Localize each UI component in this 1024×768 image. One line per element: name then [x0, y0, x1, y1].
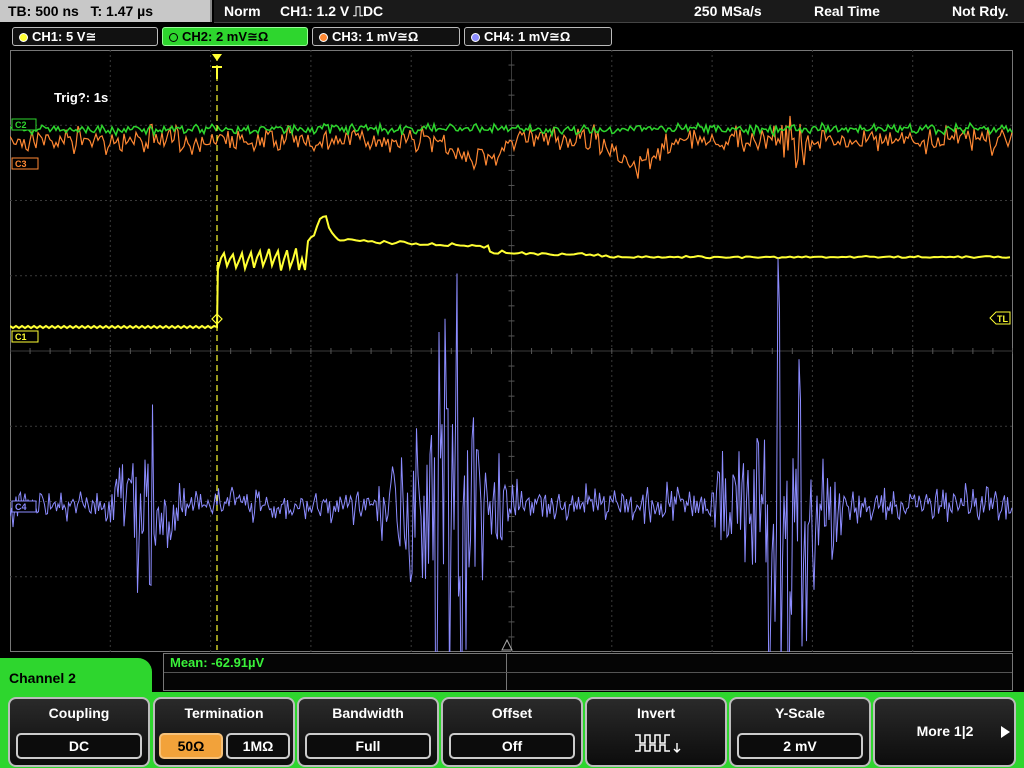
mean-measurement: Mean: -62.91µV [170, 655, 265, 670]
svg-text:C2: C2 [15, 120, 27, 130]
termination-1mohm-option[interactable]: 1MΩ [226, 733, 290, 759]
svg-text:C1: C1 [15, 332, 27, 342]
tab-ch2[interactable]: CH2: 2 mV≅Ω [162, 27, 308, 46]
y-scale-title: Y-Scale [775, 705, 825, 721]
ch2-offset-marker[interactable]: C2 [11, 118, 37, 131]
ch1-color-dot [19, 33, 28, 42]
termination-title: Termination [184, 705, 264, 721]
tab-ch1-label: CH1: 5 V≅ [32, 29, 97, 44]
timebase-readout[interactable]: TB: 500 ns T: 1.47 µs [0, 0, 212, 22]
tab-ch1[interactable]: CH1: 5 V≅ [12, 27, 158, 46]
status-bar: Norm CH1: 1.2 V ⎍DC 250 MSa/s Real Time … [214, 0, 1024, 23]
measurement-divider [164, 672, 1012, 673]
more-label: More 1|2 [916, 723, 974, 739]
trigger-mode[interactable]: Norm [224, 0, 261, 22]
svg-text:TL: TL [997, 314, 1008, 324]
waveform-display[interactable]: Trig?: 1s C2 C3 C1 C4 TL [10, 50, 1013, 652]
more-softkey[interactable]: More 1|2 [873, 697, 1016, 767]
acquisition-mode[interactable]: Real Time [814, 0, 880, 22]
ready-status: Not Rdy. [952, 3, 1009, 19]
measurement-panel[interactable]: Mean: -62.91µV [163, 653, 1013, 691]
coupling-value[interactable]: DC [16, 733, 142, 759]
y-scale-softkey[interactable]: Y-Scale 2 mV [729, 697, 871, 767]
ch4-color-dot [471, 33, 480, 42]
tab-ch4[interactable]: CH4: 1 mV≅Ω [464, 27, 612, 46]
termination-50ohm-option[interactable]: 50Ω [159, 733, 223, 759]
inverted-square-wave-icon [635, 734, 681, 753]
invert-softkey[interactable]: Invert [585, 697, 727, 767]
ch4-offset-marker[interactable]: C4 [11, 500, 37, 513]
ch3-offset-marker[interactable]: C3 [11, 157, 39, 170]
ch3-color-dot [319, 33, 328, 42]
svg-text:C4: C4 [15, 502, 27, 512]
tab-ch2-label: CH2: 2 mV≅Ω [182, 29, 269, 44]
tab-ch3[interactable]: CH3: 1 mV≅Ω [312, 27, 460, 46]
timebase-value: TB: 500 ns [8, 3, 79, 19]
trigger-marker-icon[interactable] [212, 54, 222, 79]
invert-title: Invert [636, 705, 676, 721]
sample-rate: 250 MSa/s [694, 3, 762, 19]
coupling-softkey[interactable]: Coupling DC [8, 697, 150, 767]
y-scale-value[interactable]: 2 mV [737, 733, 863, 759]
offset-softkey[interactable]: Offset Off [441, 697, 583, 767]
coupling-title: Coupling [48, 705, 110, 721]
offset-title: Offset [491, 705, 533, 721]
bandwidth-softkey[interactable]: Bandwidth Full [297, 697, 439, 767]
menu-title: Channel 2 [0, 658, 152, 698]
right-arrow-icon [1001, 726, 1010, 738]
ch1-waveform [10, 215, 1011, 330]
trigger-time-value: T: 1.47 µs [90, 3, 154, 19]
offset-value[interactable]: Off [449, 733, 575, 759]
termination-softkey[interactable]: Termination 50Ω 1MΩ [153, 697, 295, 767]
ch2-color-dot [169, 33, 178, 42]
center-marker-icon [501, 638, 513, 651]
tab-ch4-label: CH4: 1 mV≅Ω [484, 29, 571, 44]
trigger-level-marker[interactable]: TL [989, 311, 1011, 325]
bandwidth-value[interactable]: Full [305, 733, 431, 759]
ch1-offset-marker[interactable]: C1 [11, 330, 39, 343]
bandwidth-title: Bandwidth [332, 705, 404, 721]
trigger-status: Trig?: 1s [54, 90, 108, 105]
trigger-source[interactable]: CH1: 1.2 V ⎍DC [280, 0, 383, 22]
tab-ch3-label: CH3: 1 mV≅Ω [332, 29, 419, 44]
svg-text:C3: C3 [15, 159, 27, 169]
